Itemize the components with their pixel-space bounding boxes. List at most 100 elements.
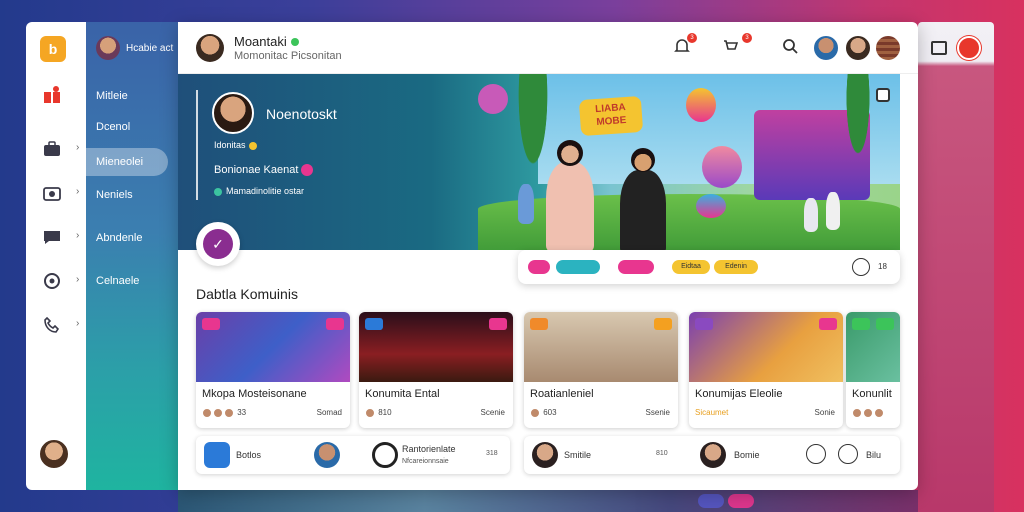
community-card[interactable]: Mkopa Mosteisonane 33 Somad [196, 312, 350, 428]
fullscreen-icon[interactable] [876, 88, 890, 102]
filter-chip[interactable]: Edenin [714, 260, 758, 274]
card-meta: Sicaumet Sonie [695, 408, 835, 417]
person-woman [546, 140, 594, 250]
list-item[interactable]: Smitile 810 Bomie Bilu [524, 436, 900, 474]
list-item-text: Bomie [734, 450, 760, 460]
app-logo[interactable]: b [40, 36, 66, 62]
chevron-right-icon[interactable]: › [76, 230, 79, 241]
hero-line1: Idonitas [214, 140, 246, 150]
clock-icon[interactable] [806, 444, 826, 464]
balloon [696, 194, 726, 218]
card-count: Sicaumet [695, 408, 729, 417]
record-icon [957, 36, 981, 60]
clock-icon[interactable] [852, 258, 870, 276]
card-count: 603 [543, 408, 557, 418]
list-item-text: Botlos [236, 450, 262, 460]
contact-avatar[interactable] [874, 34, 902, 62]
filter-chip[interactable]: Eidtaa [672, 260, 710, 274]
hero-avatar[interactable] [212, 92, 254, 134]
balloon [478, 84, 508, 114]
list-item-text: Bilu [866, 450, 882, 460]
sidebar-header[interactable]: Hcabie act [96, 36, 173, 60]
app-icon [204, 442, 230, 468]
card-count: 810 [378, 408, 392, 418]
cart-icon[interactable]: 3 [722, 33, 752, 57]
bell-icon[interactable]: 3 [674, 33, 697, 57]
hero-line3-row: Mamadinolitie ostar [214, 186, 304, 196]
filter-chip[interactable] [528, 260, 550, 274]
card-count: 33 [237, 408, 247, 418]
hero-line2-row: Bonionae Kaenat [214, 164, 314, 177]
card-tag [326, 318, 344, 330]
card-meta: 603 Ssenie [530, 408, 670, 418]
camera-icon[interactable] [42, 184, 62, 202]
contact-avatar[interactable] [812, 34, 840, 62]
chevron-right-icon[interactable]: › [76, 186, 79, 197]
card-title: Konunlit [852, 388, 892, 400]
profile-avatar[interactable] [196, 34, 224, 62]
balloon [686, 88, 716, 122]
sidebar-item-6[interactable]: Celnaele [96, 275, 139, 287]
list-avatar [372, 442, 398, 468]
list-item[interactable]: Botlos Rantorienlate Nfcareionnsaie 318 [196, 436, 510, 474]
community-card[interactable]: Konumijas Eleolie Sicaumet Sonie [689, 312, 843, 428]
filter-chip[interactable] [556, 260, 600, 274]
card-action[interactable]: Sonie [815, 408, 835, 417]
child-figure [518, 184, 534, 224]
card-tag [202, 318, 220, 330]
chevron-right-icon[interactable]: › [76, 318, 79, 329]
list-item-badge: 318 [486, 450, 498, 457]
sidebar-item-4[interactable]: Neniels [96, 189, 133, 201]
search-icon[interactable] [838, 444, 858, 464]
chevron-right-icon[interactable]: › [76, 142, 79, 153]
search-icon[interactable] [782, 38, 798, 57]
phone-icon[interactable] [42, 316, 62, 334]
list-item-text: Rantorienlate [402, 444, 456, 454]
card-tag [365, 318, 383, 330]
filter-bar: Eidtaa Edenin 18 [518, 250, 900, 284]
community-card[interactable]: Konumita Ental 810 Scenie [359, 312, 513, 428]
list-avatar [314, 442, 340, 468]
card-tag [819, 318, 837, 330]
notification-badge: 3 [687, 33, 697, 43]
profile-name: Moantaki [234, 34, 287, 49]
gift-icon[interactable] [42, 86, 62, 104]
contact-avatar[interactable] [844, 34, 872, 62]
person-man [620, 148, 666, 250]
chat-icon[interactable] [42, 228, 62, 246]
sidebar-item-2[interactable]: Dcenol [96, 121, 130, 133]
sidebar-item-5[interactable]: Abndenle [96, 232, 143, 244]
briefcase-icon[interactable] [42, 140, 62, 158]
badge-icon [301, 164, 314, 177]
user-avatar[interactable] [38, 438, 70, 470]
chevron-right-icon[interactable]: › [76, 274, 79, 285]
check-icon: ✓ [203, 229, 233, 259]
card-meta [852, 408, 900, 418]
filter-chip[interactable] [618, 260, 654, 274]
card-tag [695, 318, 713, 330]
list-item-badge: 810 [656, 450, 668, 457]
sidebar-item-3-active[interactable]: Mieneolei [86, 148, 168, 176]
list-avatar [700, 442, 726, 468]
profile-subtitle: Momonitac Picsonitan [234, 50, 342, 62]
secondary-sidebar: Hcabie act Mitleie Dcenol Mieneolei Neni… [86, 22, 178, 490]
card-tag [852, 318, 870, 330]
card-action[interactable]: Somad [317, 408, 342, 417]
window-icon [931, 41, 947, 55]
card-title: Konumijas Eleolie [695, 388, 783, 400]
card-action[interactable]: Scenie [481, 408, 505, 417]
profile-name-row: Moantaki [234, 34, 299, 49]
support-icon[interactable] [42, 272, 62, 290]
card-title: Mkopa Mosteisonane [202, 388, 307, 400]
card-tag [654, 318, 672, 330]
status-dot-icon [214, 187, 222, 196]
background-strip [178, 490, 918, 512]
card-tag [876, 318, 894, 330]
hero-divider [196, 90, 198, 200]
check-button[interactable]: ✓ [196, 222, 240, 266]
community-card[interactable]: Roatianleniel 603 Ssenie [524, 312, 678, 428]
card-action[interactable]: Ssenie [646, 408, 670, 417]
sidebar-avatar [96, 36, 120, 60]
sidebar-item-1[interactable]: Mitleie [96, 90, 128, 102]
community-card[interactable]: Konunlit [846, 312, 900, 428]
